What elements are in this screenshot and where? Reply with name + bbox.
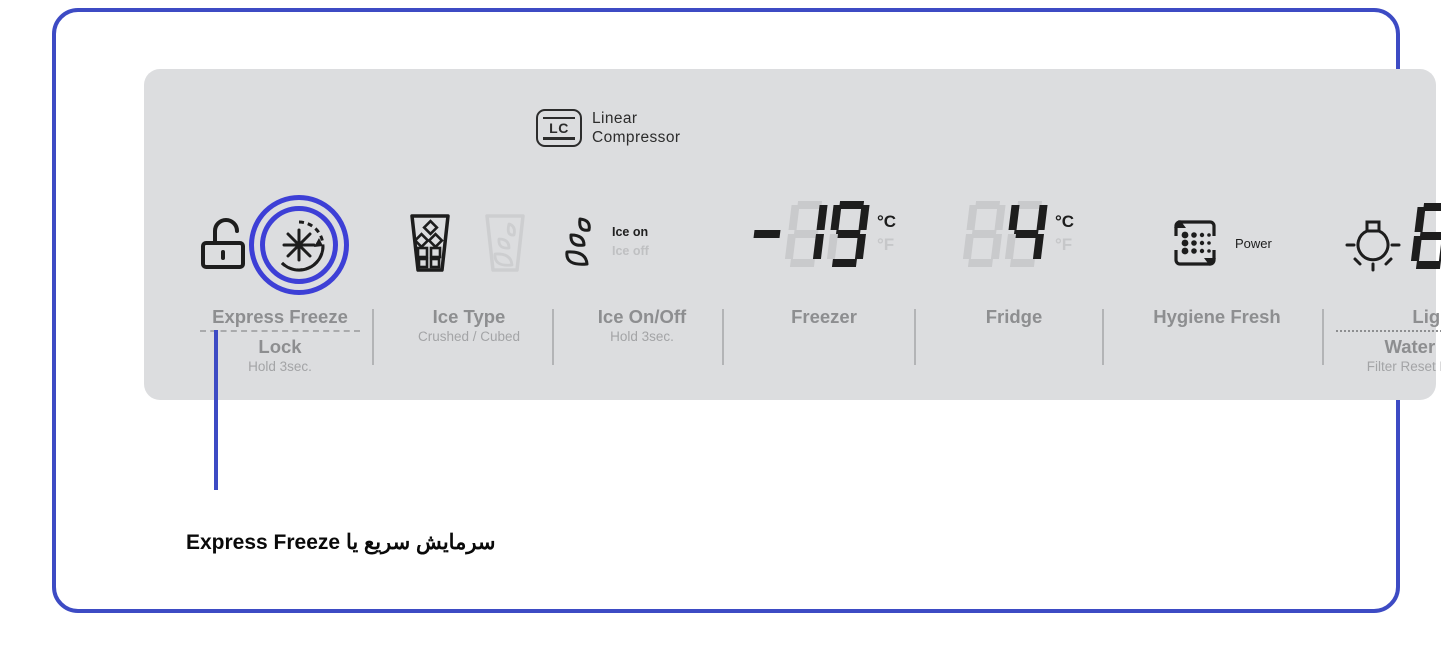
divider-4 bbox=[914, 309, 916, 365]
freezer-fahrenheit-label: °F bbox=[877, 235, 895, 254]
ice-on-label: Ice on bbox=[612, 225, 649, 240]
freezer-digit-ones bbox=[824, 201, 872, 267]
water-filter-month-display: Replace Filter Month bbox=[1410, 203, 1441, 269]
annotation-pointer-line bbox=[214, 330, 218, 490]
express-freeze-lock-separator bbox=[200, 330, 360, 333]
fridge-celsius-label: °C bbox=[1055, 212, 1075, 232]
light-bulb-icon bbox=[1345, 220, 1401, 272]
label-freezer-main: Freezer bbox=[791, 306, 857, 327]
express-freeze-snowflake-icon bbox=[280, 220, 325, 272]
ice-state-labels: Ice on Ice off bbox=[612, 223, 649, 261]
linear-compressor-text: Linear Compressor bbox=[592, 109, 680, 148]
label-hygiene-fresh: Hygiene Fresh bbox=[1122, 305, 1312, 328]
glass-cubed-ice-icon bbox=[410, 214, 450, 272]
icon-row: Ice on Ice off °C °F °C °F Power bbox=[144, 189, 1441, 299]
label-row: Express Freeze Lock Hold 3sec. Ice Type … bbox=[144, 305, 1441, 395]
label-express-freeze: Express Freeze bbox=[212, 306, 348, 327]
label-freezer: Freezer bbox=[744, 305, 904, 328]
label-ice-type-main: Ice Type bbox=[432, 306, 506, 327]
label-hygiene-fresh-main: Hygiene Fresh bbox=[1153, 306, 1281, 327]
freezer-minus-sign bbox=[753, 230, 781, 238]
light-button[interactable] bbox=[1340, 207, 1406, 279]
label-ice-on-off-sub: Hold 3sec. bbox=[610, 329, 674, 345]
freezer-celsius-label: °C bbox=[877, 212, 897, 232]
label-ice-type-sub: Crushed / Cubed bbox=[417, 329, 521, 345]
divider-5 bbox=[1102, 309, 1104, 365]
label-ice-type: Ice Type Crushed / Cubed bbox=[394, 305, 544, 346]
light-water-filter-separator bbox=[1336, 330, 1441, 333]
label-water-filter: Water Filter bbox=[1384, 336, 1441, 358]
ice-off-label: Ice off bbox=[612, 244, 649, 258]
fridge-fahrenheit-label: °F bbox=[1055, 235, 1073, 254]
label-filter-reset-hold: Filter Reset Hold 3sec. bbox=[1366, 359, 1441, 375]
linear-compressor-logo: LC Linear Compressor bbox=[536, 109, 680, 148]
label-light: Light bbox=[1412, 306, 1441, 327]
hygiene-fresh-button[interactable]: Power bbox=[1164, 207, 1354, 279]
divider-3 bbox=[722, 309, 724, 365]
ice-on-off-button[interactable]: Ice on Ice off bbox=[564, 205, 744, 279]
hygiene-power-label: Power bbox=[1235, 235, 1272, 251]
divider-6 bbox=[1322, 309, 1324, 365]
express-freeze-button[interactable] bbox=[244, 193, 354, 297]
label-ice-on-off-main: Ice On/Off bbox=[597, 306, 687, 327]
label-ice-on-off: Ice On/Off Hold 3sec. bbox=[572, 305, 712, 346]
hygiene-fresh-filter-icon bbox=[1174, 220, 1216, 266]
fridge-digit-tens bbox=[960, 201, 1008, 267]
label-express-freeze-lock: Express Freeze Lock Hold 3sec. bbox=[200, 305, 360, 376]
ice-type-cubed-button[interactable] bbox=[399, 209, 461, 277]
lc-bar-top bbox=[543, 116, 575, 120]
lc-badge-icon: LC bbox=[536, 109, 582, 148]
freezer-unit-labels: °C °F bbox=[877, 211, 896, 257]
label-fridge-main: Fridge bbox=[985, 306, 1043, 327]
label-light-water-filter: Light Water Filter Filter Reset Hold 3se… bbox=[1336, 305, 1441, 376]
glass-crushed-ice-icon bbox=[485, 214, 525, 272]
label-lock: Lock bbox=[258, 336, 302, 358]
ice-type-crushed-button[interactable] bbox=[474, 209, 536, 277]
brand-line-2: Compressor bbox=[592, 129, 681, 147]
divider-2 bbox=[552, 309, 554, 365]
refrigerator-control-panel: LC Linear Compressor Ice on Ice off °C °… bbox=[144, 69, 1441, 400]
freezer-digit-tens bbox=[782, 201, 830, 267]
freezer-temperature-display: °C °F bbox=[753, 201, 896, 267]
diagram-outer-frame: LC Linear Compressor Ice on Ice off °C °… bbox=[52, 8, 1441, 613]
filter-month-digit bbox=[1408, 203, 1441, 269]
ice-flakes-icon bbox=[565, 217, 591, 266]
lc-badge-text: LC bbox=[549, 120, 569, 137]
label-lock-hold: Hold 3sec. bbox=[248, 359, 312, 375]
lc-bar-bottom bbox=[543, 137, 575, 140]
brand-line-1: Linear bbox=[592, 110, 638, 127]
annotation-caption: سرمایش سریع یا Express Freeze bbox=[186, 531, 496, 554]
fridge-temperature-display: °C °F bbox=[962, 201, 1074, 267]
label-fridge: Fridge bbox=[934, 305, 1094, 328]
fridge-digit-ones bbox=[1002, 201, 1050, 267]
divider-1 bbox=[372, 309, 374, 365]
fridge-unit-labels: °C °F bbox=[1055, 211, 1074, 257]
